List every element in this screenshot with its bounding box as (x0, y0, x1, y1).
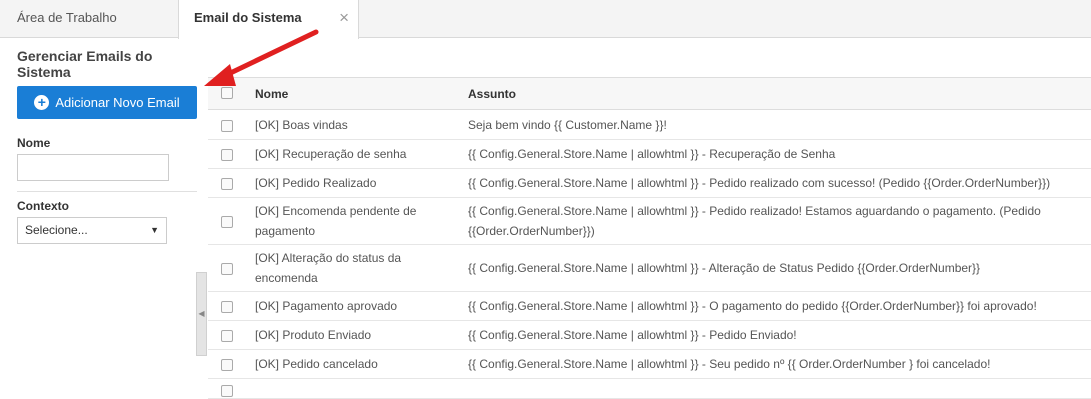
email-subject: {{ Config.General.Store.Name | allowhtml… (468, 176, 1051, 190)
add-email-button-label: Adicionar Novo Email (55, 95, 180, 110)
name-label: Nome (17, 136, 51, 150)
table-row[interactable]: [OK] Recuperação de senha {{ Config.Gener… (208, 140, 1091, 169)
email-name[interactable]: [OK] Boas vindas (255, 115, 455, 135)
email-name[interactable]: [OK] Alteração do status da encomenda (255, 248, 455, 288)
table-row[interactable] (208, 379, 1091, 399)
row-checkbox[interactable] (221, 119, 233, 132)
email-subject: {{ Config.General.Store.Name | allowhtml… (468, 357, 991, 371)
email-name[interactable]: [OK] Encomenda pendente de pagamento (255, 201, 455, 241)
close-icon[interactable]: × (339, 0, 349, 36)
tab-label: Email do Sistema (194, 10, 302, 25)
table-row[interactable]: [OK] Pedido cancelado {{ Config.General.S… (208, 350, 1091, 379)
table-row[interactable]: [OK] Boas vindas Seja bem vindo {{ Custom… (208, 111, 1091, 140)
tab-area-de-trabalho[interactable]: Área de Trabalho (0, 0, 178, 38)
tab-bar: Área de Trabalho Email do Sistema × (0, 0, 1091, 39)
row-checkbox[interactable] (221, 358, 233, 371)
email-name[interactable]: [OK] Recuperação de senha (255, 144, 455, 164)
table-row[interactable]: [OK] Encomenda pendente de pagamento {{ C… (208, 198, 1091, 245)
column-header-nome[interactable]: Nome (255, 87, 288, 101)
email-subject: {{ Config.General.Store.Name | allowhtml… (468, 328, 797, 342)
column-header-assunto[interactable]: Assunto (468, 87, 516, 101)
sidebar-collapse-handle[interactable]: ◀ (196, 272, 207, 356)
table-row[interactable]: [OK] Pagamento aprovado {{ Config.General… (208, 292, 1091, 321)
email-subject: {{ Config.General.Store.Name | allowhtml… (468, 299, 1037, 313)
tab-email-do-sistema[interactable]: Email do Sistema × (178, 0, 359, 39)
context-select-value: Selecione... (25, 223, 88, 237)
email-name[interactable]: [OK] Pedido cancelado (255, 354, 455, 374)
name-input[interactable] (17, 154, 169, 181)
email-subject: {{ Config.General.Store.Name | allowhtml… (468, 147, 836, 161)
table-row[interactable]: [OK] Pedido Realizado {{ Config.General.S… (208, 169, 1091, 198)
sidebar-title: Gerenciar Emails do Sistema (17, 48, 153, 80)
table-header: Nome Assunto (208, 77, 1091, 110)
email-name[interactable]: [OK] Pedido Realizado (255, 173, 455, 193)
email-subject: {{ Config.General.Store.Name | allowhtml… (468, 261, 981, 275)
email-subject: Seja bem vindo {{ Customer.Name }}! (468, 118, 667, 132)
email-subject: {{ Config.General.Store.Name | allowhtml… (468, 204, 1041, 238)
select-all-checkbox[interactable] (221, 87, 233, 99)
caret-down-icon: ▼ (150, 225, 159, 235)
row-checkbox[interactable] (221, 300, 233, 313)
row-checkbox[interactable] (221, 148, 233, 161)
plus-circle-icon: + (34, 95, 50, 110)
add-email-button[interactable]: + Adicionar Novo Email (17, 86, 197, 119)
table-row[interactable]: [OK] Alteração do status da encomenda {{ … (208, 245, 1091, 292)
divider (17, 191, 197, 192)
email-name[interactable]: [OK] Produto Enviado (255, 325, 455, 345)
email-name[interactable]: [OK] Pagamento aprovado (255, 296, 455, 316)
context-label: Contexto (17, 199, 69, 213)
sidebar: Gerenciar Emails do Sistema + Adicionar … (0, 39, 207, 387)
row-checkbox[interactable] (221, 177, 233, 190)
row-checkbox[interactable] (221, 215, 233, 228)
table-row[interactable]: [OK] Produto Enviado {{ Config.General.St… (208, 321, 1091, 350)
email-table: Nome Assunto [OK] Boas vindas Seja bem vi… (208, 77, 1091, 399)
context-select[interactable]: Selecione... ▼ (17, 217, 167, 244)
row-checkbox[interactable] (221, 262, 233, 275)
row-checkbox[interactable] (221, 329, 233, 342)
